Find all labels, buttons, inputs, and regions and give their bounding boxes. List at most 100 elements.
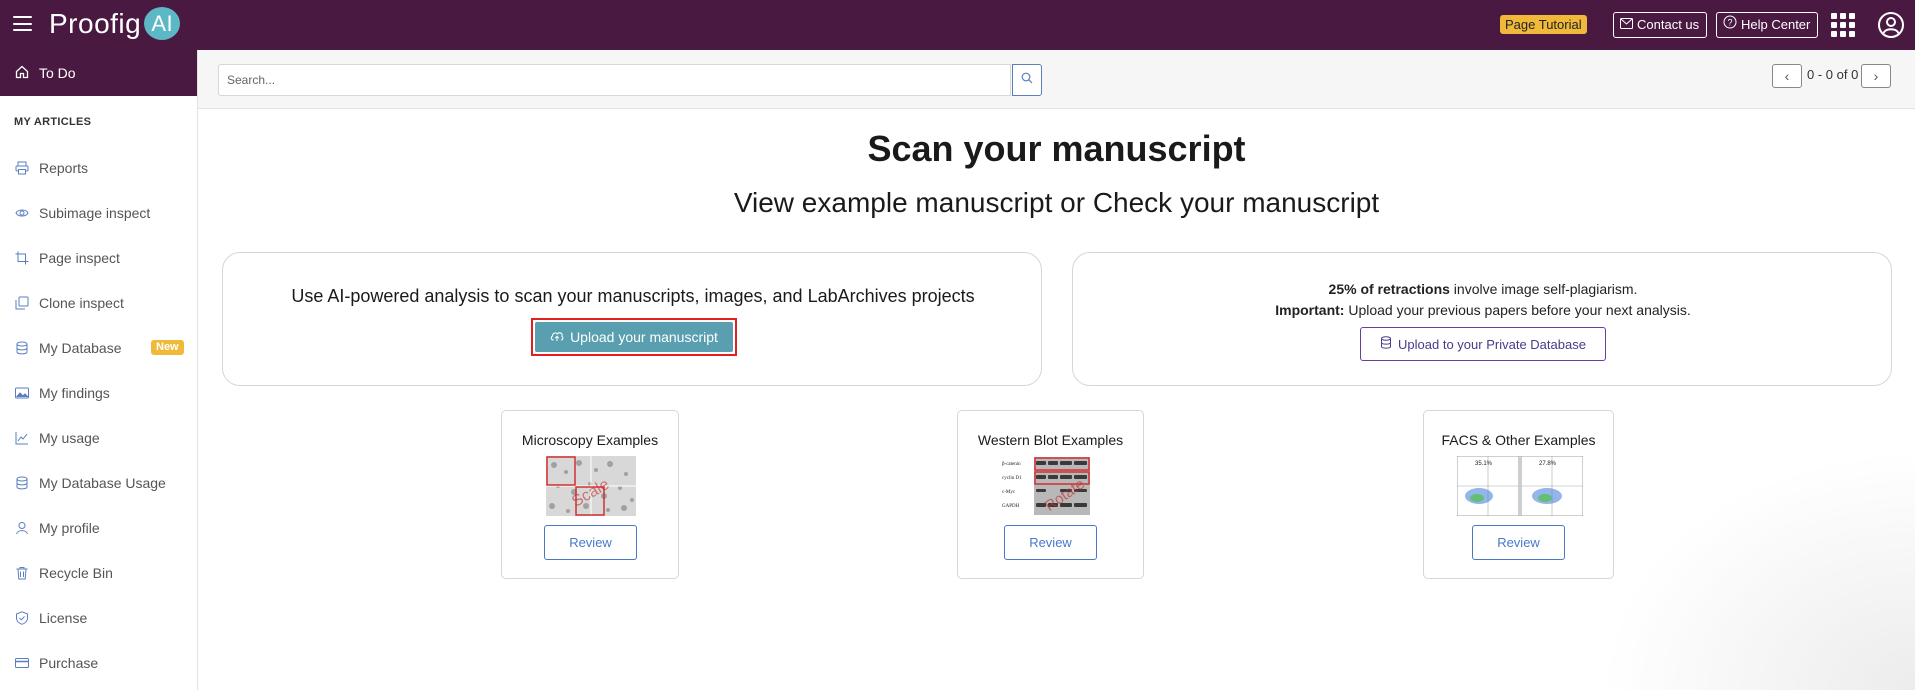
sidebar-item-label: Purchase xyxy=(39,654,99,671)
database-icon xyxy=(15,476,29,490)
western-blot-example-thumbnail: β-catenin cyclin D1 c-Myc GAPDH Rotate xyxy=(1002,456,1092,516)
sidebar-item-reports[interactable]: Reports xyxy=(0,145,197,190)
chevron-right-icon: › xyxy=(1873,68,1879,84)
pager-previous-button[interactable]: ‹ xyxy=(1772,64,1802,88)
eye-icon xyxy=(15,206,29,220)
retractions-stat: 25% of retractions xyxy=(1328,281,1450,297)
hamburger-menu-icon[interactable] xyxy=(13,16,32,31)
facs-example-thumbnail: 35.1% 27.8% xyxy=(1456,455,1584,517)
person-icon xyxy=(15,521,29,535)
background-fade xyxy=(1600,450,1915,690)
example-title: Microscopy Examples xyxy=(521,432,659,448)
sidebar-item-label: Page inspect xyxy=(39,249,120,266)
sidebar-item-label: Subimage inspect xyxy=(39,204,151,221)
sidebar-item-label: My Database xyxy=(39,339,122,356)
apps-grid-icon[interactable] xyxy=(1831,13,1855,37)
pager-next-button[interactable]: › xyxy=(1861,64,1891,88)
sidebar-nav: Reports Subimage inspect Page inspect Cl… xyxy=(0,145,197,685)
new-badge: New xyxy=(151,340,184,355)
microscopy-review-button[interactable]: Review xyxy=(544,525,637,560)
upload-manuscript-label: Upload your manuscript xyxy=(570,329,718,345)
sidebar-item-page-inspect[interactable]: Page inspect xyxy=(0,235,197,280)
blot-lane-label: cyclin D1 xyxy=(1002,476,1022,481)
image-icon xyxy=(15,386,29,400)
sidebar-item-label: Clone inspect xyxy=(39,294,124,311)
sidebar-item-label: My profile xyxy=(39,519,100,536)
upload-manuscript-button[interactable]: Upload your manuscript xyxy=(535,322,733,352)
facs-value-label: 27.8% xyxy=(1539,461,1557,467)
sidebar-item-label: My usage xyxy=(39,429,100,446)
question-circle-icon: ? xyxy=(1723,13,1737,37)
home-icon xyxy=(15,65,29,82)
sidebar-item-my-profile[interactable]: My profile xyxy=(0,505,197,550)
western-blot-example-card: Western Blot Examples β-catenin cyclin D… xyxy=(957,410,1144,579)
logo-ai-badge: AI xyxy=(144,7,181,40)
sidebar-item-clone-inspect[interactable]: Clone inspect xyxy=(0,280,197,325)
sidebar-item-label: My Database Usage xyxy=(39,474,166,491)
private-database-card: 25% of retractions involve image self-pl… xyxy=(1072,252,1892,386)
facs-value-label: 35.1% xyxy=(1475,461,1493,467)
search-input[interactable] xyxy=(218,64,1011,96)
sidebar-item-purchase[interactable]: Purchase xyxy=(0,640,197,685)
example-title: Western Blot Examples xyxy=(977,432,1124,448)
important-label: Important: xyxy=(1275,302,1345,318)
search-icon xyxy=(1021,71,1033,89)
sidebar-item-license[interactable]: License xyxy=(0,595,197,640)
retractions-text: involve image self-plagiarism. xyxy=(1449,281,1638,297)
svg-text:?: ? xyxy=(1727,18,1732,28)
trend-icon xyxy=(15,431,29,445)
sidebar-item-todo[interactable]: To Do xyxy=(0,50,197,96)
microscopy-example-thumbnail: Scale xyxy=(546,456,636,516)
help-center-label: Help Center xyxy=(1741,17,1811,32)
crop-icon xyxy=(15,251,29,265)
blot-lane-label: c-Myc xyxy=(1002,490,1016,495)
sidebar-item-my-database[interactable]: My Database New xyxy=(0,325,197,370)
example-title: FACS & Other Examples xyxy=(1441,432,1596,448)
important-note: Important: Upload your previous papers b… xyxy=(1073,302,1893,318)
western-blot-review-button[interactable]: Review xyxy=(1004,525,1097,560)
sidebar: To Do MY ARTICLES Reports Subimage inspe… xyxy=(0,50,198,690)
sidebar-item-my-usage[interactable]: My usage xyxy=(0,415,197,460)
upload-manuscript-card: Use AI-powered analysis to scan your man… xyxy=(222,252,1042,386)
important-text: Upload your previous papers before your … xyxy=(1344,302,1691,318)
todo-label: To Do xyxy=(39,65,76,81)
pager-range: 0 - 0 of 0 xyxy=(1807,67,1859,82)
sidebar-item-my-database-usage[interactable]: My Database Usage xyxy=(0,460,197,505)
page-title: Scan your manuscript xyxy=(867,128,1246,169)
facs-review-button[interactable]: Review xyxy=(1472,525,1565,560)
retractions-note: 25% of retractions involve image self-pl… xyxy=(1073,281,1893,297)
printer-icon xyxy=(15,161,29,175)
sidebar-item-my-findings[interactable]: My findings xyxy=(0,370,197,415)
sidebar-item-subimage-inspect[interactable]: Subimage inspect xyxy=(0,190,197,235)
sidebar-item-label: My findings xyxy=(39,384,110,401)
upload-private-database-button[interactable]: Upload to your Private Database xyxy=(1360,327,1606,361)
upload-private-database-label: Upload to your Private Database xyxy=(1398,336,1586,352)
facs-example-card: FACS & Other Examples 35.1% 27.8% Review xyxy=(1423,410,1614,579)
mail-icon xyxy=(1620,13,1633,37)
contact-us-button[interactable]: Contact us xyxy=(1613,12,1708,38)
trash-icon xyxy=(15,566,29,580)
upload-card-lead: Use AI-powered analysis to scan your man… xyxy=(291,286,975,306)
database-icon xyxy=(1380,336,1392,352)
proofig-logo[interactable]: Proofig AI xyxy=(49,7,181,40)
cloud-upload-icon xyxy=(550,329,564,345)
blot-lane-label: β-catenin xyxy=(1002,462,1021,467)
contact-us-label: Contact us xyxy=(1637,17,1700,32)
page-tutorial-button[interactable]: Page Tutorial xyxy=(1500,15,1587,34)
user-account-icon[interactable] xyxy=(1878,12,1904,38)
upload-highlight-frame: Upload your manuscript xyxy=(531,318,737,356)
page-subtitle: View example manuscript or Check your ma… xyxy=(733,187,1380,218)
top-bar: Proofig AI Page Tutorial Contact us ? He… xyxy=(0,0,1915,50)
sidebar-item-recycle-bin[interactable]: Recycle Bin xyxy=(0,550,197,595)
logo-text: Proofig xyxy=(49,7,142,39)
microscopy-example-card: Microscopy Examples Scale Review xyxy=(501,410,679,579)
search-button[interactable] xyxy=(1012,64,1042,96)
copy-icon xyxy=(15,296,29,310)
sidebar-item-label: Reports xyxy=(39,159,89,176)
shield-icon xyxy=(15,610,29,625)
help-center-button[interactable]: ? Help Center xyxy=(1716,12,1819,38)
sidebar-item-label: Recycle Bin xyxy=(39,564,113,581)
search-toolbar: ‹ 0 - 0 of 0 › xyxy=(198,50,1915,109)
blot-lane-label: GAPDH xyxy=(1002,504,1020,509)
my-articles-heading: MY ARTICLES xyxy=(14,116,92,128)
